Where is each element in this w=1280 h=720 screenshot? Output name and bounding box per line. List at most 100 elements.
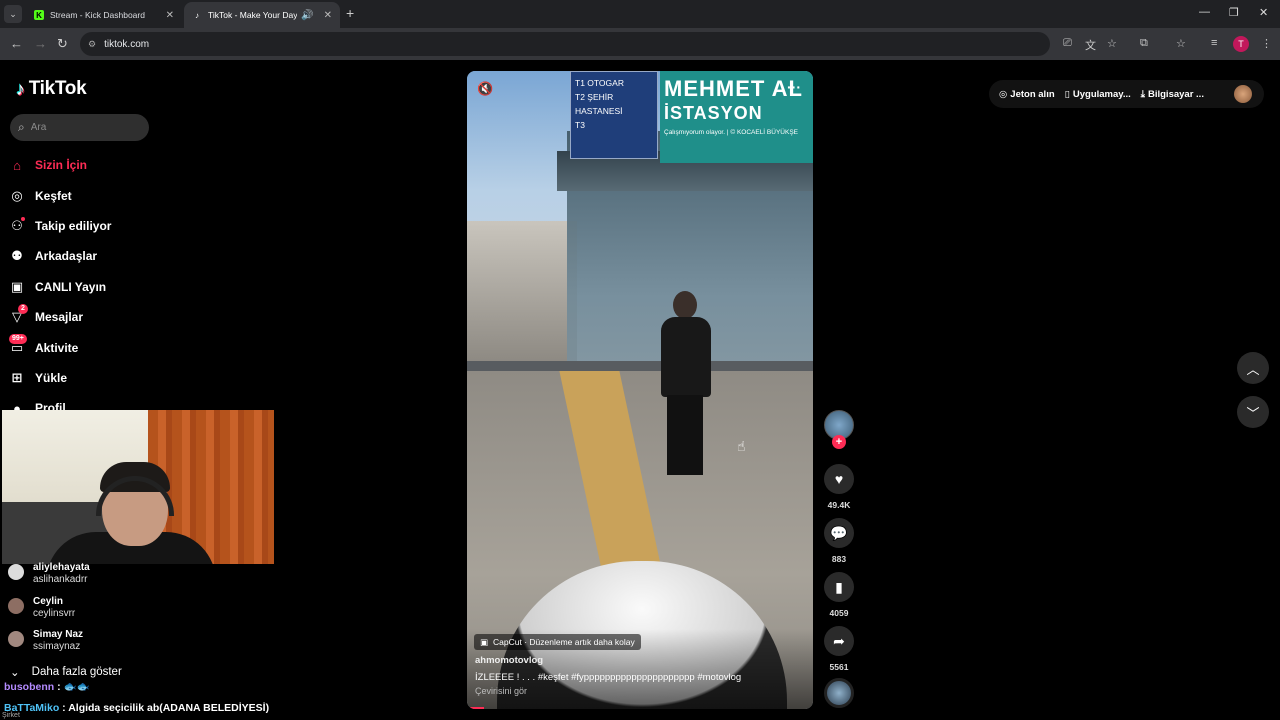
get-coins-button[interactable]: ◎ Jeton alın	[999, 89, 1055, 100]
activity-badge: 99+	[9, 334, 27, 345]
tiktok-note-icon: ♪	[16, 78, 25, 99]
sidebar-item-following[interactable]: ⚇ Takip ediliyor	[0, 211, 180, 241]
sidebar-item-explore[interactable]: ◎ Keşfet	[0, 180, 180, 210]
coin-icon: ◎	[999, 88, 1008, 100]
media-control-icon[interactable]: ≡	[1211, 37, 1217, 49]
stream-chat-message: busobenn : 🐟🐟	[4, 681, 90, 693]
tab-kick-dashboard[interactable]: K Stream - Kick Dashboard ✕	[26, 2, 182, 28]
account-username: aslihankadrr	[33, 574, 88, 585]
save-count: 4059	[829, 608, 849, 618]
tab-audio-icon[interactable]: 🔊	[301, 10, 313, 21]
streamer-webcam	[2, 410, 274, 564]
footer-company-link[interactable]: Şirket	[2, 712, 20, 719]
sidebar-item-label: Keşfet	[35, 188, 72, 203]
video-person	[657, 291, 713, 481]
see-translation-link[interactable]: Çevirisini gör	[475, 686, 527, 696]
menu-kebab-icon[interactable]: ⋮	[1261, 37, 1272, 50]
account-name: Ceylin	[33, 596, 64, 607]
tab-close-icon[interactable]: ✕	[324, 10, 332, 21]
stream-chat-message: BaTTaMiko : Algida seçicilik ab(ADANA BE…	[4, 702, 270, 714]
back-icon[interactable]: ←	[10, 36, 23, 51]
show-more-button[interactable]: ⌄ Daha fazla göster	[10, 665, 122, 679]
address-bar[interactable]: ⚙ tiktok.com	[80, 32, 1050, 56]
video-player[interactable]: T1 OTOGAR T2 ŞEHİR HASTANESİ T3 MEHMET A…	[467, 71, 813, 709]
sidebar-item-label: Sizin İçin	[35, 158, 88, 173]
search-box[interactable]: ⌕	[10, 114, 149, 141]
comment-count: 883	[831, 554, 847, 564]
chevron-down-icon: ﹀	[1246, 405, 1260, 421]
sidebar-item-label: Arkadaşlar	[35, 249, 98, 264]
comment-icon: 💬	[830, 524, 848, 541]
chevron-down-icon: ⌄	[10, 667, 20, 679]
video-building	[467, 221, 577, 361]
close-window-icon[interactable]: ✕	[1259, 6, 1268, 19]
mute-icon[interactable]: 🔇	[477, 81, 493, 97]
install-app-icon[interactable]: ⎚	[1063, 37, 1072, 50]
messages-badge: 2	[18, 303, 28, 314]
video-progress-bar[interactable]	[467, 707, 485, 709]
upload-icon: ⊞	[11, 369, 23, 385]
hand-cursor-icon: ☝	[737, 438, 746, 454]
tab-close-icon[interactable]: ✕	[166, 10, 174, 21]
tab-tiktok[interactable]: ♪ TikTok - Make Your Day 🔊 ✕	[184, 2, 340, 28]
bookmark-star-icon[interactable]: ☆	[1107, 37, 1117, 50]
sidebar-item-friends[interactable]: ⚉ Arkadaşlar	[0, 241, 180, 271]
tab-title: TikTok - Make Your Day	[208, 10, 298, 20]
browser-toolbar: ← → ↻ ⚙ tiktok.com ⎚ 文 ☆ ⧉ ☆ ≡ ⋮	[0, 28, 1280, 60]
tab-search-button[interactable]: ⌄	[4, 5, 22, 23]
like-button[interactable]: ♥	[824, 464, 854, 494]
sidebar-nav: ⌂ Sizin İçin ◎ Keşfet ⚇ Takip ediliyor ⚉…	[0, 150, 180, 424]
sidebar-item-activity[interactable]: ▭ 99+ Aktivite	[0, 332, 180, 362]
next-video-button[interactable]: ﹀	[1237, 396, 1269, 428]
reload-icon[interactable]: ↻	[57, 36, 68, 52]
tiktok-favicon-icon: ♪	[195, 10, 199, 20]
save-button[interactable]: ▮	[824, 572, 854, 602]
share-count: 5561	[829, 662, 849, 672]
share-button[interactable]: ➦	[824, 626, 854, 656]
desktop-app-button[interactable]: ⤓ Bilgisayar ...	[1141, 89, 1204, 100]
capcut-badge[interactable]: ▣ CapCut · Düzenleme artık daha kolay	[474, 634, 641, 650]
share-arrow-icon: ➦	[833, 632, 845, 649]
chevron-up-icon: ︿	[1246, 361, 1260, 377]
comment-button[interactable]: 💬	[824, 518, 854, 548]
avatar	[8, 598, 24, 614]
capcut-icon: ▣	[480, 636, 489, 647]
like-count: 49.4K	[827, 500, 851, 510]
account-name: aliylehayata	[33, 562, 90, 573]
chat-username: busobenn	[4, 681, 55, 693]
restore-icon[interactable]: ❐	[1229, 6, 1239, 19]
follow-plus-icon[interactable]: +	[832, 435, 846, 449]
notification-dot	[21, 216, 25, 221]
sidebar-item-label: Mesajlar	[35, 310, 84, 325]
bookmarks-icon[interactable]: ☆	[1176, 37, 1186, 50]
user-avatar[interactable]	[1234, 85, 1252, 103]
sound-disc[interactable]	[824, 678, 854, 708]
tab-title: Stream - Kick Dashboard	[50, 10, 145, 20]
browser-tab-strip: ⌄ K Stream - Kick Dashboard ✕ ♪ TikTok -…	[0, 0, 1280, 28]
sidebar-item-for-you[interactable]: ⌂ Sizin İçin	[0, 150, 180, 180]
browser-profile-avatar[interactable]: T	[1233, 36, 1249, 52]
extensions-icon[interactable]: ⧉	[1140, 37, 1148, 50]
show-more-label: Daha fazla göster	[31, 666, 122, 678]
sidebar-item-label: Takip ediliyor	[35, 218, 112, 233]
sidebar-item-live[interactable]: ▣ CANLI Yayın	[0, 272, 180, 302]
site-info-icon[interactable]: ⚙	[88, 39, 96, 50]
avatar	[8, 564, 24, 580]
sidebar-item-upload[interactable]: ⊞ Yükle	[0, 363, 180, 393]
sidebar-item-messages[interactable]: ▽ 2 Mesajlar	[0, 302, 180, 332]
minimize-icon[interactable]: —	[1199, 6, 1210, 18]
sidebar-item-label: Aktivite	[35, 340, 79, 355]
search-input[interactable]	[30, 122, 131, 133]
more-options-icon[interactable]: ···	[787, 79, 801, 95]
sidebar-item-label: CANLI Yayın	[35, 279, 107, 294]
phone-icon: ▯	[1064, 88, 1070, 100]
get-app-button[interactable]: ▯ Uygulamay...	[1065, 89, 1131, 100]
previous-video-button[interactable]: ︿	[1237, 352, 1269, 384]
tiktok-logo[interactable]: ♪ TikTok	[16, 78, 87, 100]
new-tab-button[interactable]: +	[346, 5, 354, 21]
search-icon: ⌕	[18, 120, 25, 134]
translate-icon[interactable]: 文	[1085, 37, 1096, 53]
bookmark-icon: ▮	[835, 578, 843, 595]
forward-icon[interactable]: →	[34, 36, 47, 51]
video-author[interactable]: ahmomotovlog	[475, 655, 543, 666]
